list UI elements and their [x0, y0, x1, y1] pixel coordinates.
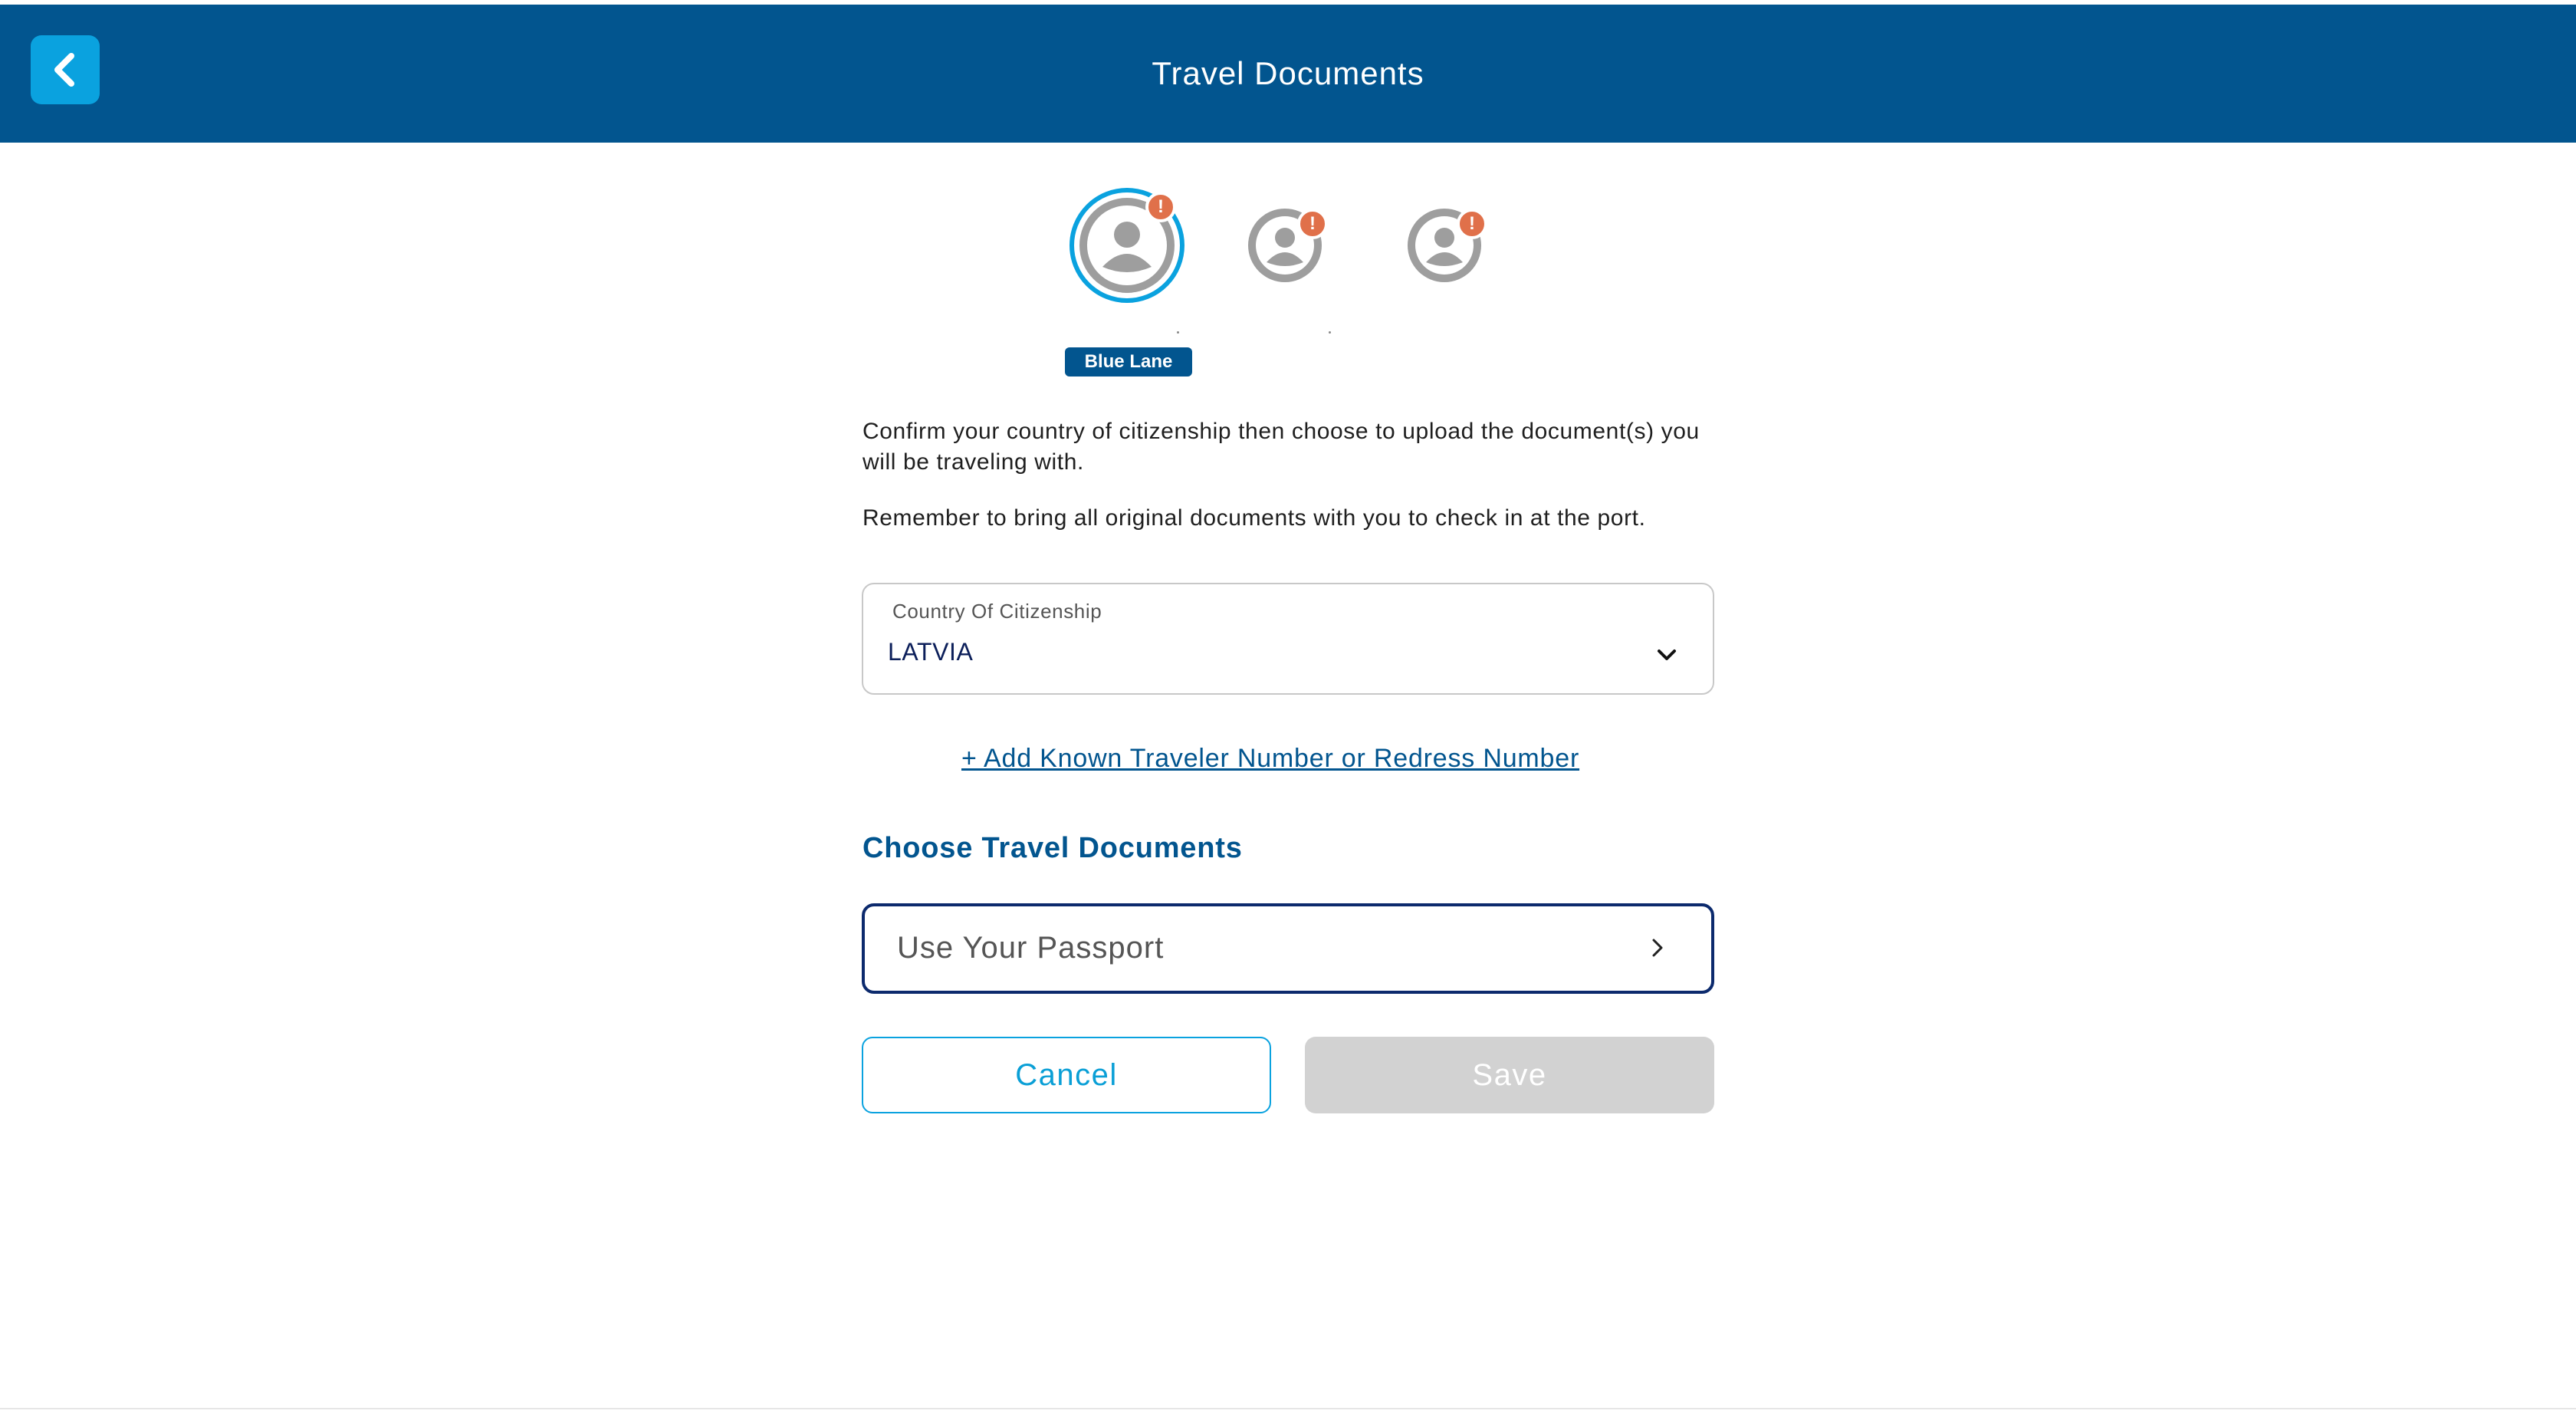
blue-lane-badge: Blue Lane: [1065, 347, 1192, 377]
citizenship-value: LATVIA: [888, 638, 974, 666]
citizenship-label: Country Of Citizenship: [892, 600, 1102, 623]
add-known-traveler-link[interactable]: + Add Known Traveler Number or Redress N…: [961, 744, 1579, 774]
instructions-text: Confirm your country of citizenship then…: [863, 419, 1700, 475]
reminder-text: Remember to bring all original documents…: [863, 505, 1646, 531]
alert-badge-icon: !: [1145, 192, 1176, 222]
chevron-down-icon: [1658, 649, 1676, 660]
traveler-avatar-1[interactable]: !: [1069, 187, 1185, 304]
passport-option-label: Use Your Passport: [897, 931, 1165, 965]
alert-badge-icon: !: [1297, 209, 1328, 239]
citizenship-select[interactable]: Country Of Citizenship LATVIA: [862, 583, 1714, 695]
traveler-avatar-3[interactable]: !: [1405, 204, 1489, 288]
cancel-button[interactable]: Cancel: [862, 1037, 1271, 1113]
chevron-right-icon: [1652, 939, 1663, 957]
traveler-name-placeholder: [1177, 331, 1179, 334]
save-button[interactable]: Save: [1305, 1037, 1714, 1113]
traveler-avatar-2[interactable]: !: [1245, 204, 1329, 288]
traveler-name-placeholder: [1329, 331, 1331, 334]
choose-documents-heading: Choose Travel Documents: [863, 832, 1243, 864]
use-passport-button[interactable]: Use Your Passport: [862, 903, 1714, 994]
alert-badge-icon: !: [1457, 209, 1487, 239]
bottom-divider: [0, 1408, 2576, 1409]
traveler-selector: ! ! ! Blue Lane: [0, 0, 2576, 383]
